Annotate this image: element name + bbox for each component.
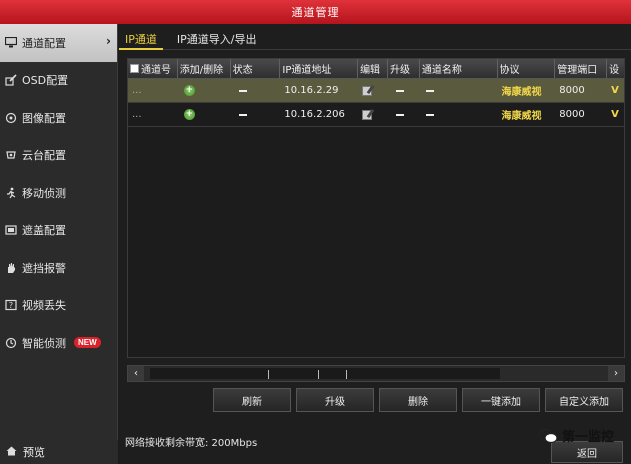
refresh-button[interactable]: 刷新 [213, 388, 291, 412]
column-header-upgrade: 升级 [388, 59, 420, 78]
edit-icon[interactable] [362, 85, 373, 96]
column-header-ip-address: IP通道地址 [280, 59, 359, 78]
sidebar-item-osd-config[interactable]: OSD配置 [0, 62, 117, 100]
sidebar: 通道配置 › OSD配置 图像配置 云台配置 移动侦测 遮盖配置 遮挡报警 ? … [0, 24, 118, 440]
channel-number: ... [132, 109, 142, 120]
sidebar-item-label: 遮盖配置 [22, 224, 66, 238]
tab-ip-channel-import-export[interactable]: IP通道导入/导出 [171, 24, 263, 50]
edit-icon[interactable] [362, 109, 373, 120]
scrollbar-track[interactable] [150, 368, 500, 379]
sidebar-item-label: 移动侦测 [22, 186, 66, 200]
monitor-icon [4, 36, 18, 50]
column-header-status: 状态 [231, 59, 281, 78]
svg-text:?: ? [9, 301, 13, 310]
channel-name-dash-icon [425, 89, 434, 92]
delete-button[interactable]: 删除 [379, 388, 457, 412]
pencil-icon [4, 73, 18, 87]
mask-icon [4, 223, 18, 237]
sidebar-item-label: 通道配置 [22, 36, 66, 50]
new-badge: NEW [74, 337, 101, 349]
channel-name-dash-icon [425, 113, 434, 116]
ip-address: 10.16.2.29 [284, 85, 339, 96]
add-channel-icon[interactable]: + [183, 109, 195, 120]
preview-button[interactable]: 预览 [0, 440, 118, 464]
quick-add-button[interactable]: 一键添加 [462, 388, 540, 412]
scroll-left-button[interactable]: ‹ [128, 366, 144, 381]
smart-detect-icon [4, 336, 18, 350]
status-dash-icon [238, 113, 247, 116]
sidebar-item-label: 视频丢失 [22, 299, 66, 313]
scrollbar-tick [318, 370, 319, 379]
sidebar-item-label: OSD配置 [22, 74, 69, 88]
tab-bar: IP通道 IP通道导入/导出 [119, 24, 631, 50]
upgrade-dash-icon [395, 113, 404, 116]
upgrade-button[interactable]: 升级 [296, 388, 374, 412]
ptz-icon [4, 148, 18, 162]
watermark-text: 第一监控 [562, 430, 615, 445]
protocol: 海康威视 [501, 87, 542, 98]
table-header: 通道号 添加/删除 状态 IP通道地址 编辑 升级 通道名称 协议 管理端口 设 [128, 59, 624, 79]
sidebar-item-motion-detect[interactable]: 移动侦测 [0, 174, 117, 212]
column-header-device: 设 [609, 65, 620, 76]
sidebar-item-label: 云台配置 [22, 149, 66, 163]
sidebar-item-label: 智能侦测 [22, 336, 66, 350]
window-title: 通道管理 [291, 6, 340, 19]
sidebar-item-channel-config[interactable]: 通道配置 › [0, 24, 117, 62]
channel-table: 通道号 添加/删除 状态 IP通道地址 编辑 升级 通道名称 协议 管理端口 设… [127, 58, 625, 358]
column-header-channel[interactable]: 通道号 [128, 59, 178, 78]
table-row[interactable]: ... + 10.16.2.206 海康威视 8000 V [128, 103, 624, 127]
sidebar-item-tamper-alarm[interactable]: 遮挡报警 [0, 249, 117, 287]
device-type: V [611, 109, 619, 120]
tab-ip-channel[interactable]: IP通道 [119, 24, 163, 50]
main-panel: IP通道 IP通道导入/导出 通道号 添加/删除 状态 IP通道地址 编辑 升级… [119, 24, 631, 440]
scrollbar-tick [346, 370, 347, 379]
scrollbar-tick [268, 370, 269, 379]
scroll-right-button[interactable]: › [608, 366, 624, 381]
window-title-bar: 通道管理 [0, 0, 631, 24]
column-header-mgmt-port: 管理端口 [555, 59, 608, 78]
home-icon [6, 446, 17, 459]
sidebar-item-mask-config[interactable]: 遮盖配置 [0, 212, 117, 250]
mgmt-port: 8000 [559, 85, 585, 96]
running-man-icon [4, 186, 18, 200]
custom-add-button[interactable]: 自定义添加 [545, 388, 623, 412]
hand-icon [4, 261, 18, 275]
status-dash-icon [238, 89, 247, 92]
protocol: 海康威视 [501, 111, 542, 122]
preview-label: 预览 [23, 446, 45, 459]
watermark: 第一监控 [538, 426, 614, 445]
mgmt-port: 8000 [559, 109, 585, 120]
horizontal-scrollbar[interactable]: ‹ › [127, 365, 625, 382]
video-loss-icon: ? [4, 298, 18, 312]
column-header-protocol: 协议 [498, 59, 556, 78]
wechat-icon [538, 428, 558, 444]
sidebar-item-ptz-config[interactable]: 云台配置 [0, 137, 117, 175]
sidebar-item-smart-detect[interactable]: 智能侦测 NEW [0, 324, 117, 362]
image-icon [4, 111, 18, 125]
ip-address: 10.16.2.206 [284, 109, 345, 120]
upgrade-dash-icon [395, 89, 404, 92]
add-channel-icon[interactable]: + [183, 85, 195, 96]
device-type: V [611, 85, 619, 96]
sidebar-item-label: 图像配置 [22, 111, 66, 125]
sidebar-item-label: 遮挡报警 [22, 261, 66, 275]
column-header-channel-name: 通道名称 [420, 59, 498, 78]
channel-number: ... [132, 85, 142, 96]
table-row[interactable]: ... + 10.16.2.29 海康威视 8000 V [128, 79, 624, 103]
select-all-checkbox[interactable] [130, 64, 139, 73]
column-header-add-delete: 添加/删除 [178, 59, 231, 78]
sidebar-item-video-loss[interactable]: ? 视频丢失 [0, 287, 117, 325]
column-header-edit: 编辑 [358, 59, 388, 78]
chevron-right-icon: › [106, 34, 111, 48]
sidebar-item-image-config[interactable]: 图像配置 [0, 99, 117, 137]
action-bar: 刷新 升级 删除 一键添加 自定义添加 [213, 388, 623, 412]
bandwidth-status: 网络接收剩余带宽: 200Mbps [125, 438, 258, 449]
